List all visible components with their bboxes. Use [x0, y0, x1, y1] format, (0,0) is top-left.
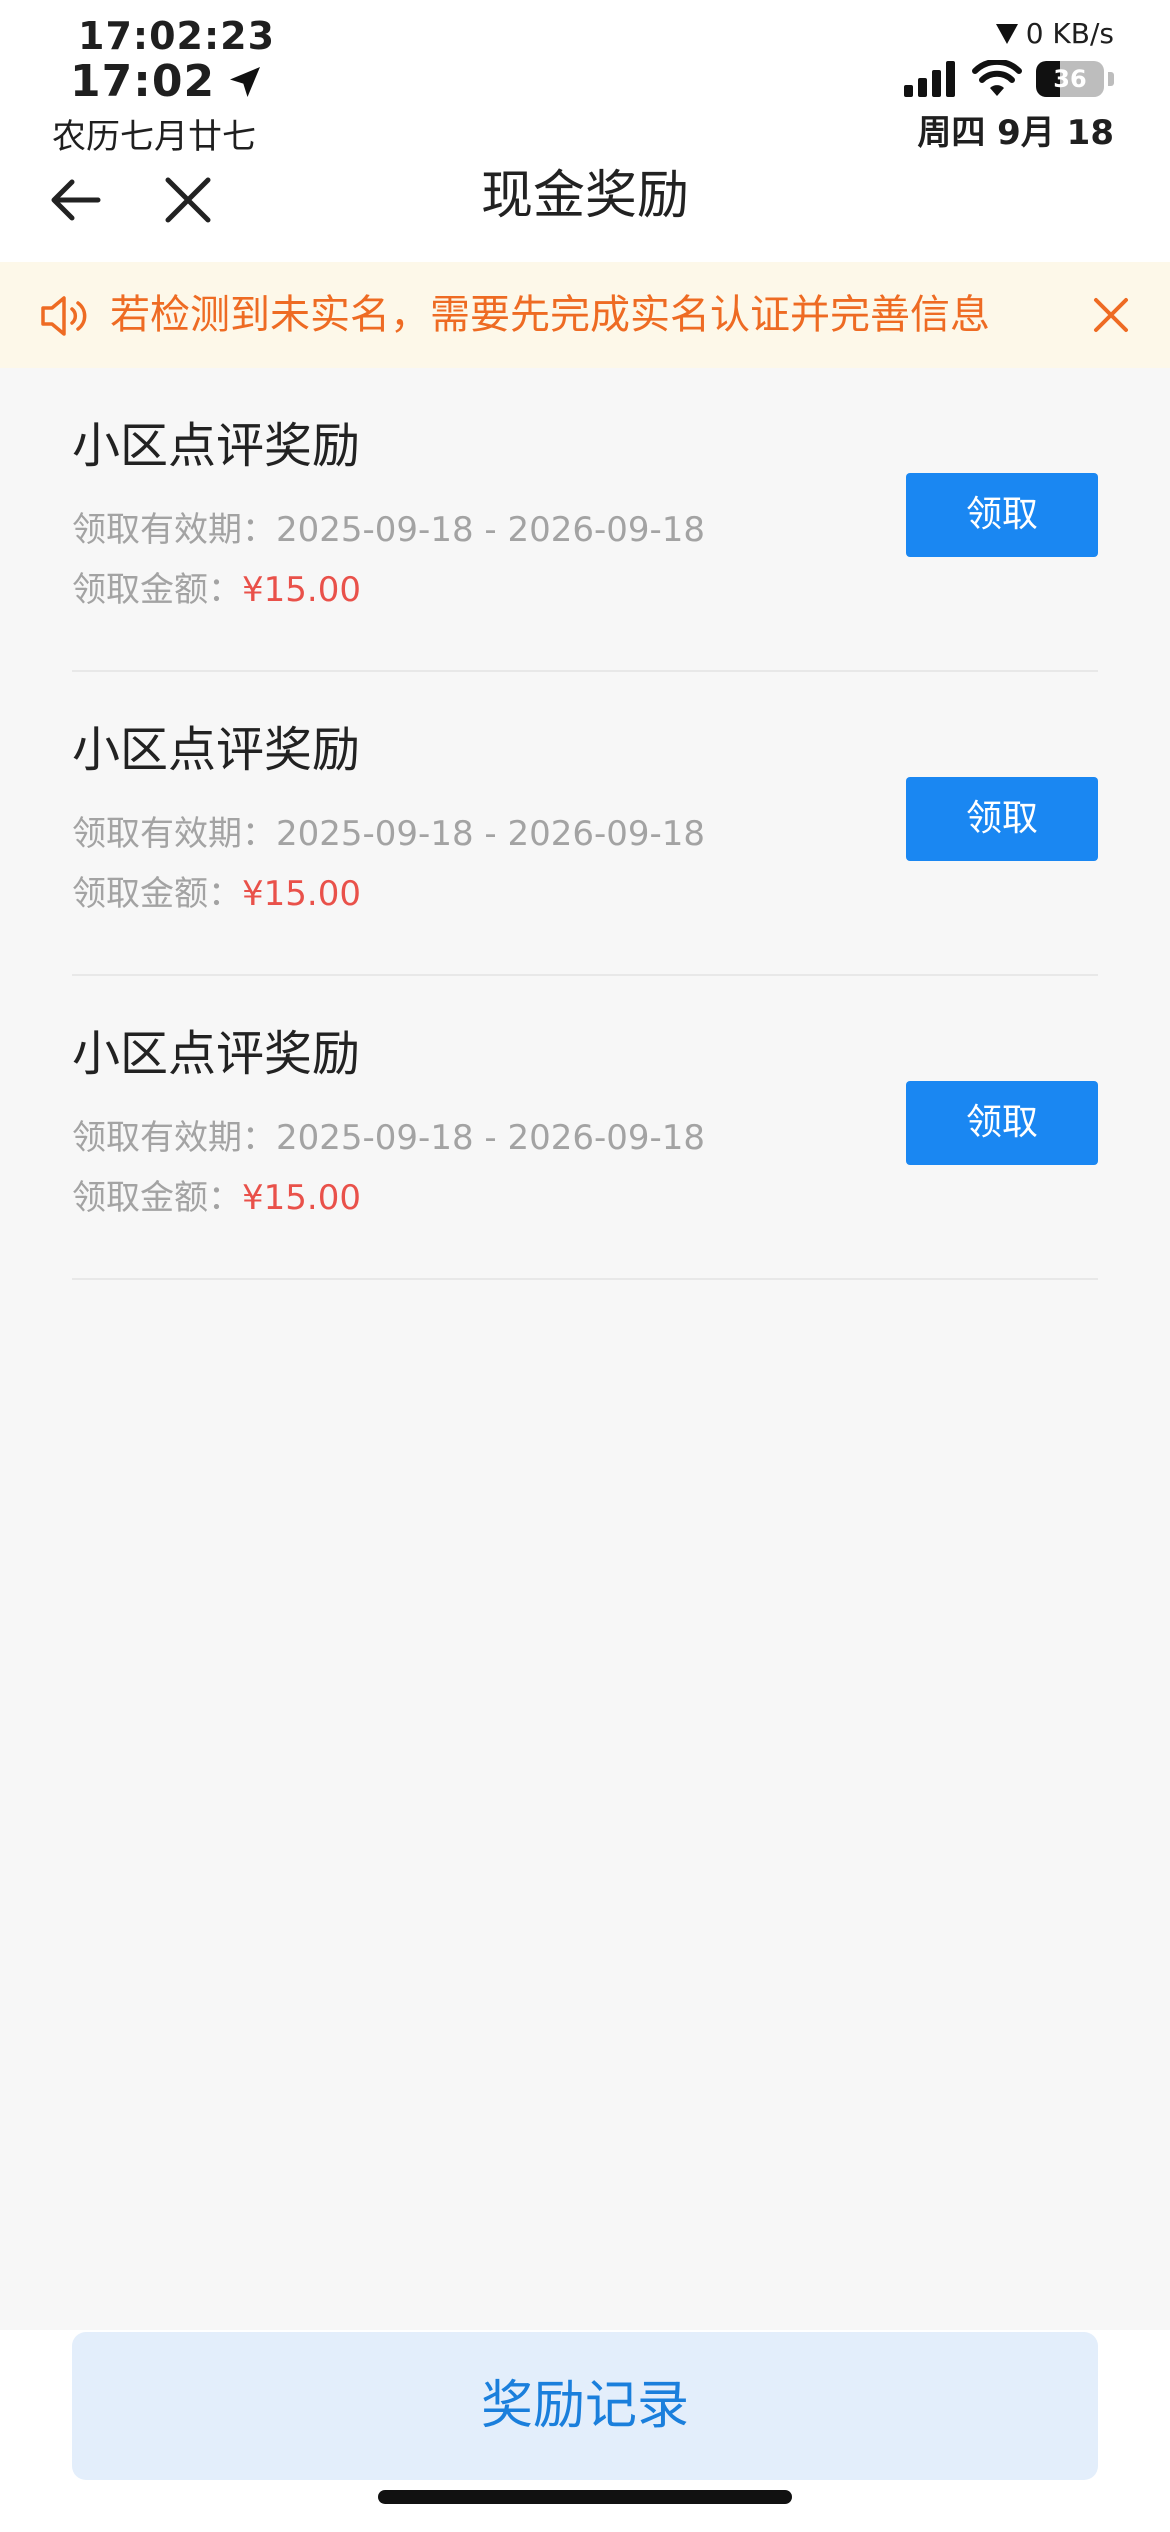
- reward-item: 小区点评奖励 领取有效期：2025-09-18 - 2026-09-18 领取金…: [72, 976, 1098, 1280]
- reward-period-value: 2025-09-18 - 2026-09-18: [276, 814, 706, 854]
- reward-period: 领取有效期：2025-09-18 - 2026-09-18: [72, 508, 705, 552]
- reward-period-label: 领取有效期：: [72, 814, 276, 854]
- network-speed-text: 0 KB/s: [1025, 17, 1114, 50]
- status-icons: 36: [904, 54, 1114, 104]
- claim-button[interactable]: 领取: [906, 473, 1098, 557]
- reward-title: 小区点评奖励: [72, 1026, 361, 1082]
- reward-title: 小区点评奖励: [72, 418, 361, 474]
- lunar-date: 农历七月廿七: [52, 117, 256, 157]
- reward-period: 领取有效期：2025-09-18 - 2026-09-18: [72, 812, 705, 856]
- download-indicator-icon: [995, 24, 1018, 44]
- speaker-icon: [41, 296, 87, 336]
- page-title: 现金奖励: [480, 166, 689, 226]
- status-bar-right: 0 KB/s 36 周四 9月 18: [904, 14, 1114, 158]
- reward-amount-label: 领取金额：: [72, 570, 242, 610]
- reward-amount-label: 领取金额：: [72, 1178, 242, 1218]
- reward-records-button[interactable]: 奖励记录: [72, 2332, 1098, 2480]
- claim-button[interactable]: 领取: [906, 777, 1098, 861]
- wifi-icon: [972, 60, 1022, 96]
- reward-item: 小区点评奖励 领取有效期：2025-09-18 - 2026-09-18 领取金…: [72, 672, 1098, 976]
- reward-period-label: 领取有效期：: [72, 510, 276, 550]
- status-seconds-time: 17:02:23: [78, 14, 276, 58]
- status-time-row: 17:02: [70, 58, 275, 106]
- reward-amount: 领取金额：¥15.00: [72, 1176, 361, 1220]
- reward-amount: 领取金额：¥15.00: [72, 872, 361, 916]
- reward-title: 小区点评奖励: [72, 722, 361, 778]
- battery-icon: 36: [1036, 61, 1104, 97]
- status-time: 17:02: [70, 56, 216, 107]
- reward-amount-value: ¥15.00: [242, 874, 361, 914]
- location-arrow-icon: [230, 67, 261, 97]
- network-speed: 0 KB/s: [904, 14, 1114, 54]
- reward-item: 小区点评奖励 领取有效期：2025-09-18 - 2026-09-18 领取金…: [72, 368, 1098, 672]
- status-bar-left: 17:02:23 17:02 农历七月廿七: [52, 14, 275, 162]
- claim-button[interactable]: 领取: [906, 1081, 1098, 1165]
- notice-text: 若检测到未实名，需要先完成实名认证并完善信息: [110, 292, 990, 338]
- reward-period-value: 2025-09-18 - 2026-09-18: [276, 510, 706, 550]
- battery-cap: [1108, 72, 1114, 86]
- reward-period: 领取有效期：2025-09-18 - 2026-09-18: [72, 1116, 705, 1160]
- reward-period-label: 领取有效期：: [72, 1118, 276, 1158]
- reward-amount: 领取金额：¥15.00: [72, 568, 361, 612]
- notice-close-icon[interactable]: [1092, 296, 1130, 334]
- notice-banner: 若检测到未实名，需要先完成实名认证并完善信息: [0, 262, 1170, 368]
- reward-amount-value: ¥15.00: [242, 1178, 361, 1218]
- reward-list: 小区点评奖励 领取有效期：2025-09-18 - 2026-09-18 领取金…: [72, 368, 1098, 1280]
- reward-period-value: 2025-09-18 - 2026-09-18: [276, 1118, 706, 1158]
- status-bar: 17:02:23 17:02 农历七月廿七 0 KB/s 36 周四 9月 18: [0, 0, 1170, 160]
- reward-amount-value: ¥15.00: [242, 570, 361, 610]
- status-date: 周四 9月 18: [917, 113, 1114, 153]
- signal-icon: [904, 61, 955, 97]
- reward-amount-label: 领取金额：: [72, 874, 242, 914]
- battery-level: 36: [1053, 65, 1087, 93]
- home-indicator[interactable]: [378, 2490, 792, 2504]
